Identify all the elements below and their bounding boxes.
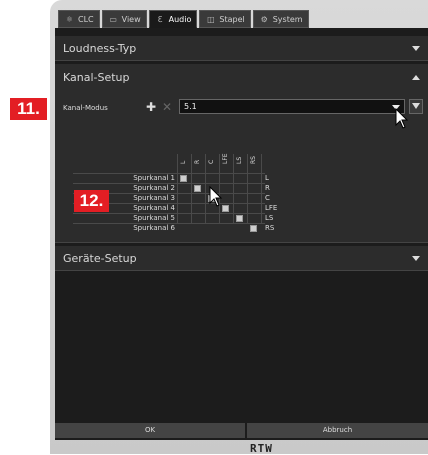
row-label: Spurkanal 4 (133, 204, 175, 212)
add-icon[interactable]: ✚ (145, 101, 157, 113)
tab-system[interactable]: ⚙ System (252, 10, 309, 28)
kanal-modus-label: Kanal-Modus (63, 104, 108, 112)
rtw-logo: RTW (250, 442, 273, 455)
column-header: C (208, 159, 215, 164)
output-label: LS (265, 214, 274, 222)
matrix-cell-2-R[interactable] (194, 185, 201, 192)
system-icon: ⚙ (260, 14, 268, 24)
row-label: Spurkanal 5 (133, 214, 175, 222)
tab-view[interactable]: ▭ View (101, 10, 147, 28)
grid-line (205, 154, 206, 224)
cancel-button[interactable]: Abbruch (247, 423, 428, 438)
settings-panel: Loudness-Typ Kanal-Setup Kanal-Modus ✚ ✕… (55, 28, 428, 440)
tab-system-label: System (272, 14, 303, 24)
section-title: Loudness-Typ (63, 42, 137, 55)
audio-icon: ℇ (157, 14, 163, 24)
row-label: Spurkanal 2 (133, 184, 175, 192)
section-title: Geräte-Setup (63, 252, 137, 265)
grid-line (191, 154, 192, 224)
tab-view-label: View (121, 14, 141, 24)
tab-audio-label: Audio (168, 14, 192, 24)
row-label: Spurkanal 6 (133, 224, 175, 232)
output-label: RS (265, 224, 275, 232)
cursor-icon (395, 108, 409, 129)
annotation-11: 11. (10, 98, 47, 120)
column-header: L (180, 160, 187, 164)
device-frame: ⚛ CLC ▭ View ℇ Audio ◫ Stapel ⚙ System L… (50, 0, 428, 455)
matrix-cell-1-L[interactable] (180, 175, 187, 182)
tab-stapel[interactable]: ◫ Stapel (199, 10, 251, 28)
grid-line (261, 154, 262, 224)
remove-icon[interactable]: ✕ (161, 101, 173, 113)
section-title: Kanal-Setup (63, 71, 130, 84)
column-header: R (194, 159, 201, 164)
matrix-cell-4-LFE[interactable] (222, 205, 229, 212)
tab-clc[interactable]: ⚛ CLC (58, 10, 100, 28)
row-label: Spurkanal 3 (133, 194, 175, 202)
kanal-modus-value: 5.1 (184, 102, 197, 111)
annotation-12: 12. (74, 190, 109, 212)
column-header: RS (250, 156, 257, 164)
column-header: LS (236, 156, 243, 164)
matrix-cell-5-LS[interactable] (236, 215, 243, 222)
grid-line (233, 154, 234, 224)
section-kanal-setup: Kanal-Setup Kanal-Modus ✚ ✕ 5.1 L R C LF… (55, 64, 428, 243)
chevron-down-icon (412, 46, 420, 51)
row-label: Spurkanal 1 (133, 174, 175, 182)
ok-button[interactable]: OK (55, 423, 245, 438)
output-label: L (265, 174, 269, 182)
tab-stapel-label: Stapel (219, 14, 245, 24)
output-label: LFE (265, 204, 278, 212)
output-label: C (265, 194, 270, 202)
chevron-up-icon[interactable] (412, 75, 420, 80)
tab-audio[interactable]: ℇ Audio (148, 10, 198, 28)
output-label: R (265, 184, 270, 192)
grid-line (177, 154, 178, 224)
filter-icon (412, 103, 420, 109)
section-loudness-typ[interactable]: Loudness-Typ (55, 36, 428, 61)
section-geraete-setup[interactable]: Geräte-Setup (55, 246, 428, 271)
chevron-down-icon (412, 256, 420, 261)
filter-button[interactable] (409, 99, 423, 114)
clc-icon: ⚛ (65, 14, 74, 24)
tab-bar: ⚛ CLC ▭ View ℇ Audio ◫ Stapel ⚙ System (58, 10, 309, 28)
kanal-modus-dropdown[interactable]: 5.1 (179, 99, 405, 114)
cursor-icon (209, 186, 223, 207)
matrix-cell-6-RS[interactable] (250, 225, 257, 232)
grid-line (247, 154, 248, 224)
stapel-icon: ◫ (207, 14, 215, 24)
view-icon: ▭ (109, 14, 117, 24)
tab-clc-label: CLC (78, 14, 94, 24)
column-header: LFE (222, 153, 229, 164)
